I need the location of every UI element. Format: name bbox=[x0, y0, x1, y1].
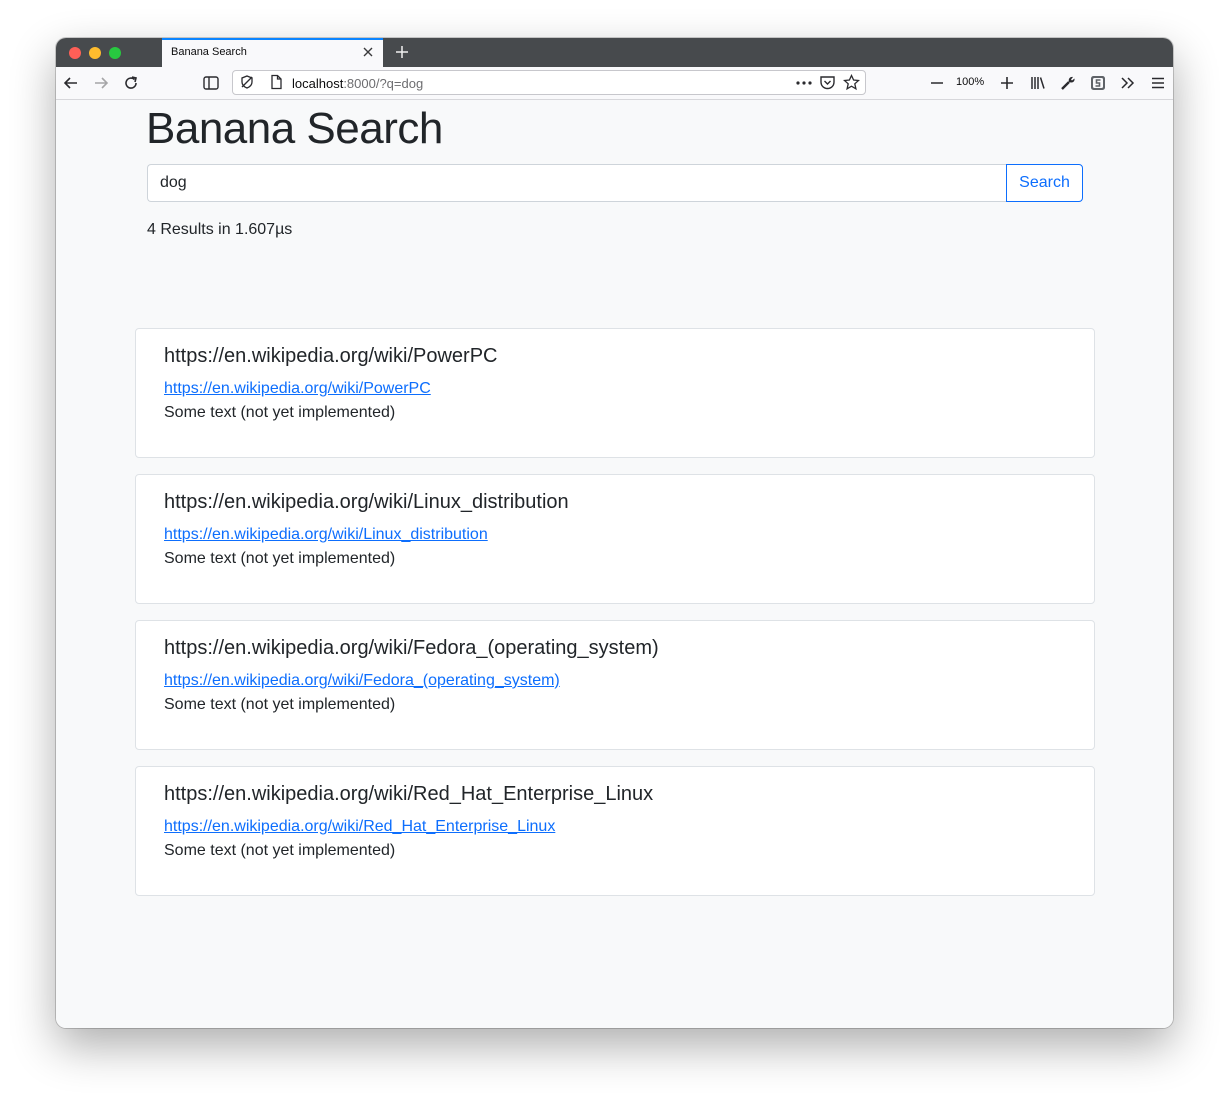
tracking-protection-icon[interactable] bbox=[239, 74, 255, 90]
result-card: https://en.wikipedia.org/wiki/Fedora_(op… bbox=[135, 620, 1095, 750]
url-host: localhost bbox=[292, 76, 344, 91]
browser-window: Banana Search localhost:8000/?q=dog 100%… bbox=[56, 38, 1173, 1028]
result-card: https://en.wikipedia.org/wiki/Linux_dist… bbox=[135, 474, 1095, 604]
result-link[interactable]: https://en.wikipedia.org/wiki/Fedora_(op… bbox=[164, 672, 560, 690]
close-window-button[interactable] bbox=[69, 47, 81, 59]
result-title: https://en.wikipedia.org/wiki/PowerPC bbox=[164, 345, 498, 367]
result-snippet: Some text (not yet implemented) bbox=[164, 842, 396, 859]
result-snippet: Some text (not yet implemented) bbox=[164, 404, 396, 421]
page-title: Banana Search bbox=[146, 104, 443, 153]
zoom-out-icon[interactable] bbox=[928, 74, 946, 92]
results-summary: 4 Results in 1.607µs bbox=[147, 221, 293, 238]
pocket-icon[interactable] bbox=[819, 74, 836, 91]
result-title: https://en.wikipedia.org/wiki/Red_Hat_En… bbox=[164, 783, 654, 805]
close-tab-icon[interactable] bbox=[361, 45, 375, 59]
overflow-menu-icon[interactable] bbox=[1119, 74, 1137, 92]
result-snippet: Some text (not yet implemented) bbox=[164, 696, 396, 713]
sidebar-icon[interactable] bbox=[202, 74, 220, 92]
result-title: https://en.wikipedia.org/wiki/Fedora_(op… bbox=[164, 637, 659, 659]
bookmark-star-icon[interactable] bbox=[843, 74, 860, 91]
zoom-level[interactable]: 100% bbox=[956, 76, 984, 88]
result-card: https://en.wikipedia.org/wiki/PowerPC ht… bbox=[135, 328, 1095, 458]
result-link[interactable]: https://en.wikipedia.org/wiki/Red_Hat_En… bbox=[164, 818, 555, 836]
url-text[interactable]: localhost:8000/?q=dog bbox=[292, 76, 423, 91]
new-tab-icon[interactable] bbox=[394, 44, 410, 60]
page-actions-icon[interactable] bbox=[795, 77, 813, 89]
zoom-in-icon[interactable] bbox=[998, 74, 1016, 92]
library-icon[interactable] bbox=[1029, 74, 1047, 92]
minimize-window-button[interactable] bbox=[89, 47, 101, 59]
forward-arrow-icon[interactable] bbox=[92, 74, 110, 92]
developer-tools-icon[interactable] bbox=[1059, 74, 1077, 92]
zoom-window-button[interactable] bbox=[109, 47, 121, 59]
reload-icon[interactable] bbox=[122, 74, 140, 92]
url-path: :8000/?q=dog bbox=[343, 76, 424, 91]
tab-strip: Banana Search bbox=[56, 38, 1173, 67]
address-bar[interactable]: localhost:8000/?q=dog bbox=[232, 70, 866, 95]
page-content: Banana Search Search 4 Results in 1.607µ… bbox=[56, 100, 1173, 1028]
tab-banana-search[interactable]: Banana Search bbox=[162, 38, 383, 67]
hamburger-menu-icon[interactable] bbox=[1149, 74, 1167, 92]
result-link[interactable]: https://en.wikipedia.org/wiki/Linux_dist… bbox=[164, 526, 488, 544]
result-title: https://en.wikipedia.org/wiki/Linux_dist… bbox=[164, 491, 569, 513]
search-button[interactable]: Search bbox=[1006, 164, 1083, 202]
search-input[interactable] bbox=[147, 164, 1007, 202]
result-link[interactable]: https://en.wikipedia.org/wiki/PowerPC bbox=[164, 380, 431, 398]
result-card: https://en.wikipedia.org/wiki/Red_Hat_En… bbox=[135, 766, 1095, 896]
result-snippet: Some text (not yet implemented) bbox=[164, 550, 396, 567]
tab-title: Banana Search bbox=[171, 46, 247, 58]
back-arrow-icon[interactable] bbox=[62, 74, 80, 92]
page-info-icon[interactable] bbox=[269, 74, 283, 90]
navigation-toolbar: localhost:8000/?q=dog 100% bbox=[56, 67, 1173, 100]
extension-icon[interactable] bbox=[1089, 74, 1107, 92]
